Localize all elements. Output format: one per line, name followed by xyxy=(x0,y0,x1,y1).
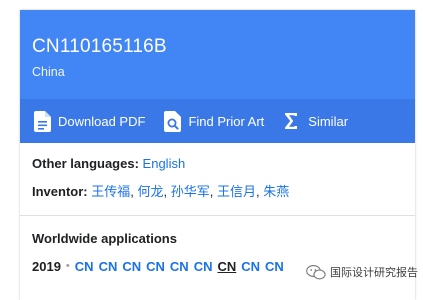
action-toolbar: Download PDF Find Prior Art Similar xyxy=(20,99,415,143)
document-search-icon xyxy=(164,110,182,132)
wechat-icon xyxy=(306,264,326,279)
inventor-separator: , xyxy=(163,184,171,199)
patent-card: CN110165116B China Download PDF Find Pri… xyxy=(20,10,415,300)
inventor-link[interactable]: 孙华军 xyxy=(171,184,210,199)
language-link-english[interactable]: English xyxy=(143,156,186,171)
application-code-link[interactable]: CN xyxy=(241,259,260,274)
application-codes: CN CN CN CN CN CN CN CN CN xyxy=(75,259,289,274)
wechat-watermark: 国际设计研究报告 xyxy=(306,264,418,280)
find-prior-art-label: Find Prior Art xyxy=(188,113,265,129)
find-prior-art-button[interactable]: Find Prior Art xyxy=(164,110,265,132)
watermark-text: 国际设计研究报告 xyxy=(330,267,418,279)
patent-metadata: Other languages: English Inventor: 王传福, … xyxy=(20,143,415,199)
inventor-label: Inventor: xyxy=(32,184,88,199)
similar-label: Similar xyxy=(308,113,349,129)
inventor-separator: , xyxy=(130,184,138,199)
inventor-row: Inventor: 王传福, 何龙, 孙华军, 王信月, 朱燕 xyxy=(32,184,415,199)
inventor-link[interactable]: 何龙 xyxy=(138,184,164,199)
application-year: 2019 xyxy=(32,259,61,274)
patent-number: CN110165116B xyxy=(32,36,167,57)
patent-country: China xyxy=(32,65,65,79)
download-pdf-label: Download PDF xyxy=(58,113,146,129)
similar-button[interactable]: Similar xyxy=(284,112,348,130)
inventor-link[interactable]: 朱燕 xyxy=(263,184,289,199)
other-languages-row: Other languages: English xyxy=(32,156,415,171)
application-code-link[interactable]: CN xyxy=(75,259,94,274)
patent-header: CN110165116B China xyxy=(20,10,415,99)
worldwide-applications-title: Worldwide applications xyxy=(32,231,177,246)
inventor-separator: , xyxy=(209,184,217,199)
other-languages-label: Other languages: xyxy=(32,156,139,171)
year-separator-dot: • xyxy=(65,260,70,272)
inventor-link[interactable]: 王传福 xyxy=(91,184,130,199)
application-code-link[interactable]: CN xyxy=(122,259,141,274)
download-pdf-button[interactable]: Download PDF xyxy=(34,110,146,132)
pdf-document-icon xyxy=(34,110,51,132)
application-code-link[interactable]: CN xyxy=(146,259,165,274)
inventor-link[interactable]: 王信月 xyxy=(217,184,256,199)
application-code-link[interactable]: CN xyxy=(170,259,189,274)
application-code-link[interactable]: CN xyxy=(194,259,213,274)
application-code-link[interactable]: CN xyxy=(99,259,118,274)
sigma-icon xyxy=(285,113,298,129)
application-code-link[interactable]: CN xyxy=(265,259,284,274)
application-code-link[interactable]: CN xyxy=(217,259,236,274)
